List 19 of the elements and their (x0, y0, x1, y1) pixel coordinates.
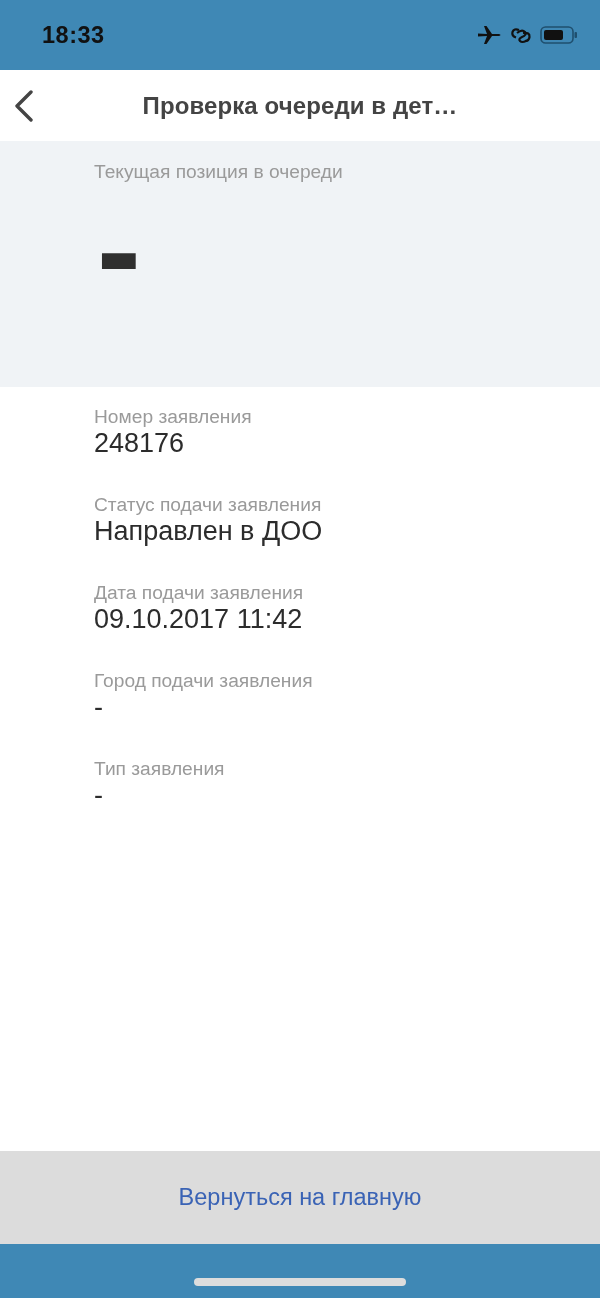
field-value: - (94, 692, 103, 722)
status-time: 18:33 (42, 21, 105, 49)
field-label: Дата подачи заявления (94, 582, 304, 604)
chevron-left-icon (14, 90, 34, 122)
field-value: 248176 (94, 428, 185, 458)
link-icon (510, 25, 532, 45)
screen-title: Проверка очереди в дет… (142, 91, 458, 120)
queue-position-label: Текущая позиция в очереди (94, 161, 343, 183)
battery-icon (540, 26, 578, 44)
field-label: Статус подачи заявления (94, 494, 322, 516)
field-value: - (94, 780, 103, 810)
field-value: 09.10.2017 11:42 (94, 604, 303, 634)
field-label: Тип заявления (94, 758, 225, 780)
airplane-icon (478, 24, 502, 46)
field-value: Направлен в ДОО (94, 516, 323, 546)
return-home-button[interactable]: Вернуться на главную (0, 1151, 600, 1244)
queue-position-value: - (96, 235, 142, 275)
field-label: Город подачи заявления (94, 670, 313, 692)
field-label: Номер заявления (94, 406, 252, 428)
